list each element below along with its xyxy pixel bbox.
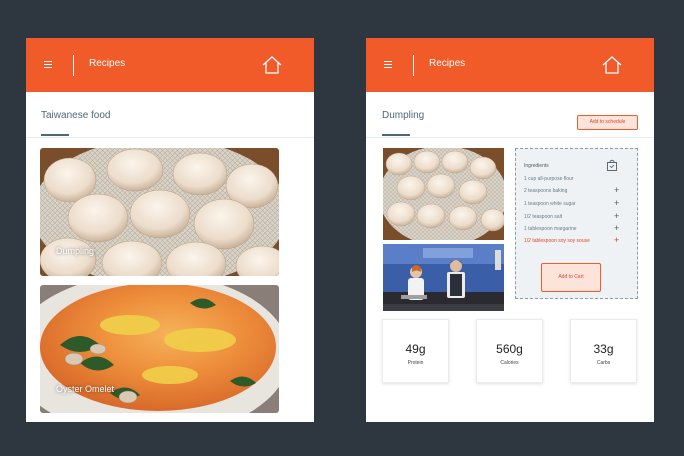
plus-icon[interactable]: + — [614, 223, 619, 233]
plus-icon[interactable]: + — [614, 211, 619, 221]
dumpling-photo — [383, 148, 504, 240]
stat-card-protein: 49g Protein — [382, 319, 449, 383]
section-title-underline — [41, 134, 69, 136]
section-divider — [366, 137, 654, 138]
plus-icon[interactable]: + — [614, 235, 619, 245]
ingredients-title: Ingredients — [524, 163, 549, 169]
ingredient-item[interactable]: 1/2 teaspoon salt + — [524, 211, 624, 221]
app-title: Recipes — [89, 58, 126, 69]
add-to-cart-button[interactable]: Add to Cart — [541, 263, 601, 292]
plus-icon[interactable]: + — [614, 185, 619, 195]
dumpling-thumbnail[interactable] — [383, 148, 504, 240]
ingredients-panel: Ingredients 1 cup all-purpose flour 2 te… — [515, 148, 638, 299]
stat-label: Carbs — [596, 360, 611, 366]
section-title: Dumpling — [382, 110, 425, 121]
app-bar-divider — [73, 55, 74, 76]
stat-value: 49g — [405, 342, 426, 356]
ingredient-item[interactable]: 1 teaspoon white sugar + — [524, 198, 624, 208]
ingredient-item[interactable]: 1 tablespoon margarine + — [524, 223, 624, 233]
food-card-oyster-omelet[interactable]: Oyster Omelet — [40, 285, 279, 413]
plus-icon[interactable]: + — [614, 198, 619, 208]
ingredient-label: 2 teaspoons baking — [524, 188, 568, 194]
card-label: Oyster Omelet — [56, 384, 115, 394]
food-card-dumpling[interactable]: Dumpling — [40, 148, 279, 276]
card-label: Dumpling — [56, 246, 95, 256]
menu-icon[interactable] — [384, 61, 392, 68]
ingredient-label: 1 tablespoon margarine — [524, 226, 577, 232]
ingredient-label: 1/2 tablespoon soy soy souse — [524, 238, 590, 244]
ingredient-item-selected[interactable]: 1/2 tablespoon soy soy souse + — [524, 235, 624, 245]
cooking-show-photo — [383, 244, 504, 311]
stat-card-carbs: 33g Carbs — [570, 319, 637, 383]
section-divider — [26, 137, 314, 138]
menu-icon[interactable] — [44, 61, 52, 68]
cooking-video-thumbnail[interactable] — [383, 244, 504, 311]
recipe-list-screen: Recipes Taiwanese food Dumpling Oyster O… — [26, 38, 314, 422]
dumpling-photo — [40, 148, 279, 276]
ingredient-label: 1 teaspoon white sugar — [524, 201, 576, 207]
ingredient-item[interactable]: 1 cup all-purpose flour — [524, 176, 624, 182]
ingredient-label: 1 cup all-purpose flour — [524, 176, 574, 182]
recipe-detail-screen: Recipes Dumpling Add to schedule Ingredi… — [366, 38, 654, 422]
app-bar: Recipes — [26, 38, 314, 92]
home-icon[interactable] — [601, 55, 623, 75]
app-title: Recipes — [429, 58, 466, 69]
app-bar: Recipes — [366, 38, 654, 92]
home-icon[interactable] — [261, 55, 283, 75]
ingredient-label: 1/2 teaspoon salt — [524, 214, 563, 220]
section-title: Taiwanese food — [41, 110, 111, 121]
stat-value: 560g — [496, 342, 523, 356]
add-to-schedule-button[interactable]: Add to schedule — [577, 115, 638, 130]
app-bar-divider — [413, 55, 414, 76]
stat-value: 33g — [593, 342, 614, 356]
ingredient-item[interactable]: 2 teaspoons baking + — [524, 185, 624, 195]
stat-card-calories: 560g Calories — [476, 319, 543, 383]
stat-label: Calories — [500, 360, 519, 366]
stat-label: Protein — [407, 360, 424, 366]
shopping-bag-icon[interactable] — [607, 159, 617, 171]
section-title-underline — [382, 134, 410, 136]
